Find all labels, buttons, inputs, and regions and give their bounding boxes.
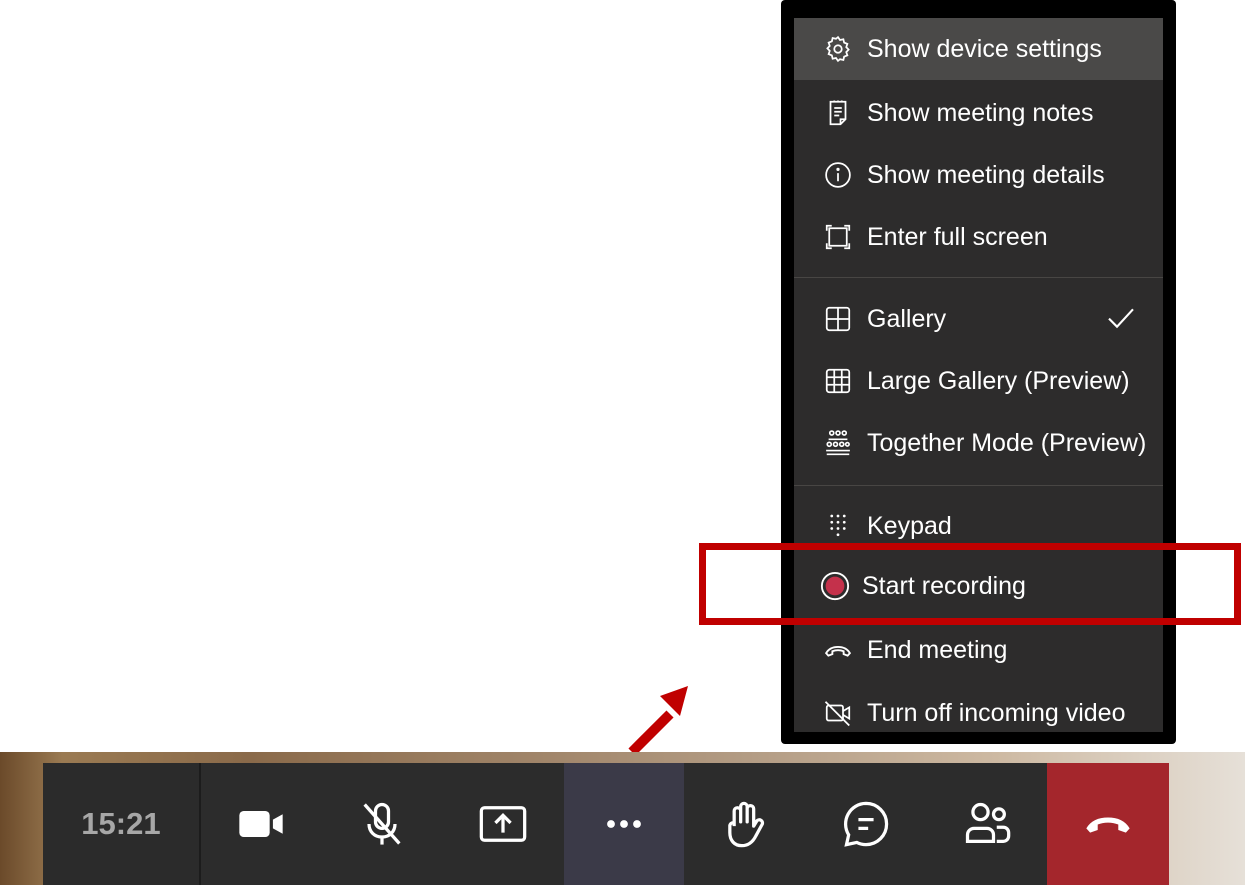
menu-divider [794,277,1163,278]
camera-button[interactable] [200,763,322,885]
mic-off-icon [363,802,401,845]
participants-button[interactable] [926,763,1048,885]
more-actions-button[interactable] [563,763,685,885]
video-off-icon [822,697,854,729]
meeting-toolbar: 15:21 [43,763,1169,885]
menu-item-label: Large Gallery (Preview) [867,366,1130,395]
share-screen-icon [479,806,527,842]
raise-hand-button[interactable] [684,763,806,885]
together-mode-icon [822,427,854,459]
menu-item-label: Show device settings [867,34,1102,63]
menu-item-label: Together Mode (Preview) [867,428,1147,457]
menu-item-label: Show meeting details [867,160,1105,189]
recording-highlight-box [699,543,1241,625]
participants-icon [965,802,1010,843]
menu-item-device-settings[interactable]: Show device settings [794,18,1163,80]
notes-icon [822,97,854,129]
keypad-icon [822,510,854,542]
hang-up-button[interactable] [1047,763,1169,885]
menu-item-gallery[interactable]: Gallery [794,288,1163,350]
menu-item-label: Show meeting notes [867,98,1094,127]
menu-item-label: Keypad [867,511,952,540]
camera-icon [239,811,283,837]
menu-item-large-gallery[interactable]: Large Gallery (Preview) [794,350,1163,412]
end-call-icon [822,634,854,666]
info-icon [822,159,854,191]
menu-divider [794,485,1163,486]
more-icon [607,820,641,828]
menu-item-together-mode[interactable]: Together Mode (Preview) [794,412,1163,474]
checkmark-icon [1108,308,1134,329]
gear-icon [822,33,854,65]
hand-icon [728,801,764,848]
menu-item-turn-off-incoming-video[interactable]: Turn off incoming video [794,682,1163,732]
mute-button[interactable] [321,763,443,885]
menu-item-label: End meeting [867,635,1008,664]
menu-item-label: Turn off incoming video [867,698,1126,727]
menu-item-label: Enter full screen [867,222,1048,251]
menu-item-meeting-details[interactable]: Show meeting details [794,144,1163,206]
menu-item-full-screen[interactable]: Enter full screen [794,206,1163,268]
chat-icon [843,801,888,847]
annotation-arrow-icon [628,686,688,756]
large-gallery-icon [822,365,854,397]
menu-item-label: Gallery [867,304,947,333]
menu-item-meeting-notes[interactable]: Show meeting notes [794,82,1163,144]
call-duration: 15:21 [43,763,201,885]
hang-up-icon [1086,817,1130,833]
share-button[interactable] [442,763,564,885]
gallery-icon [822,303,854,335]
chat-button[interactable] [805,763,927,885]
menu-item-end-meeting[interactable]: End meeting [794,619,1163,681]
fullscreen-icon [822,221,854,253]
